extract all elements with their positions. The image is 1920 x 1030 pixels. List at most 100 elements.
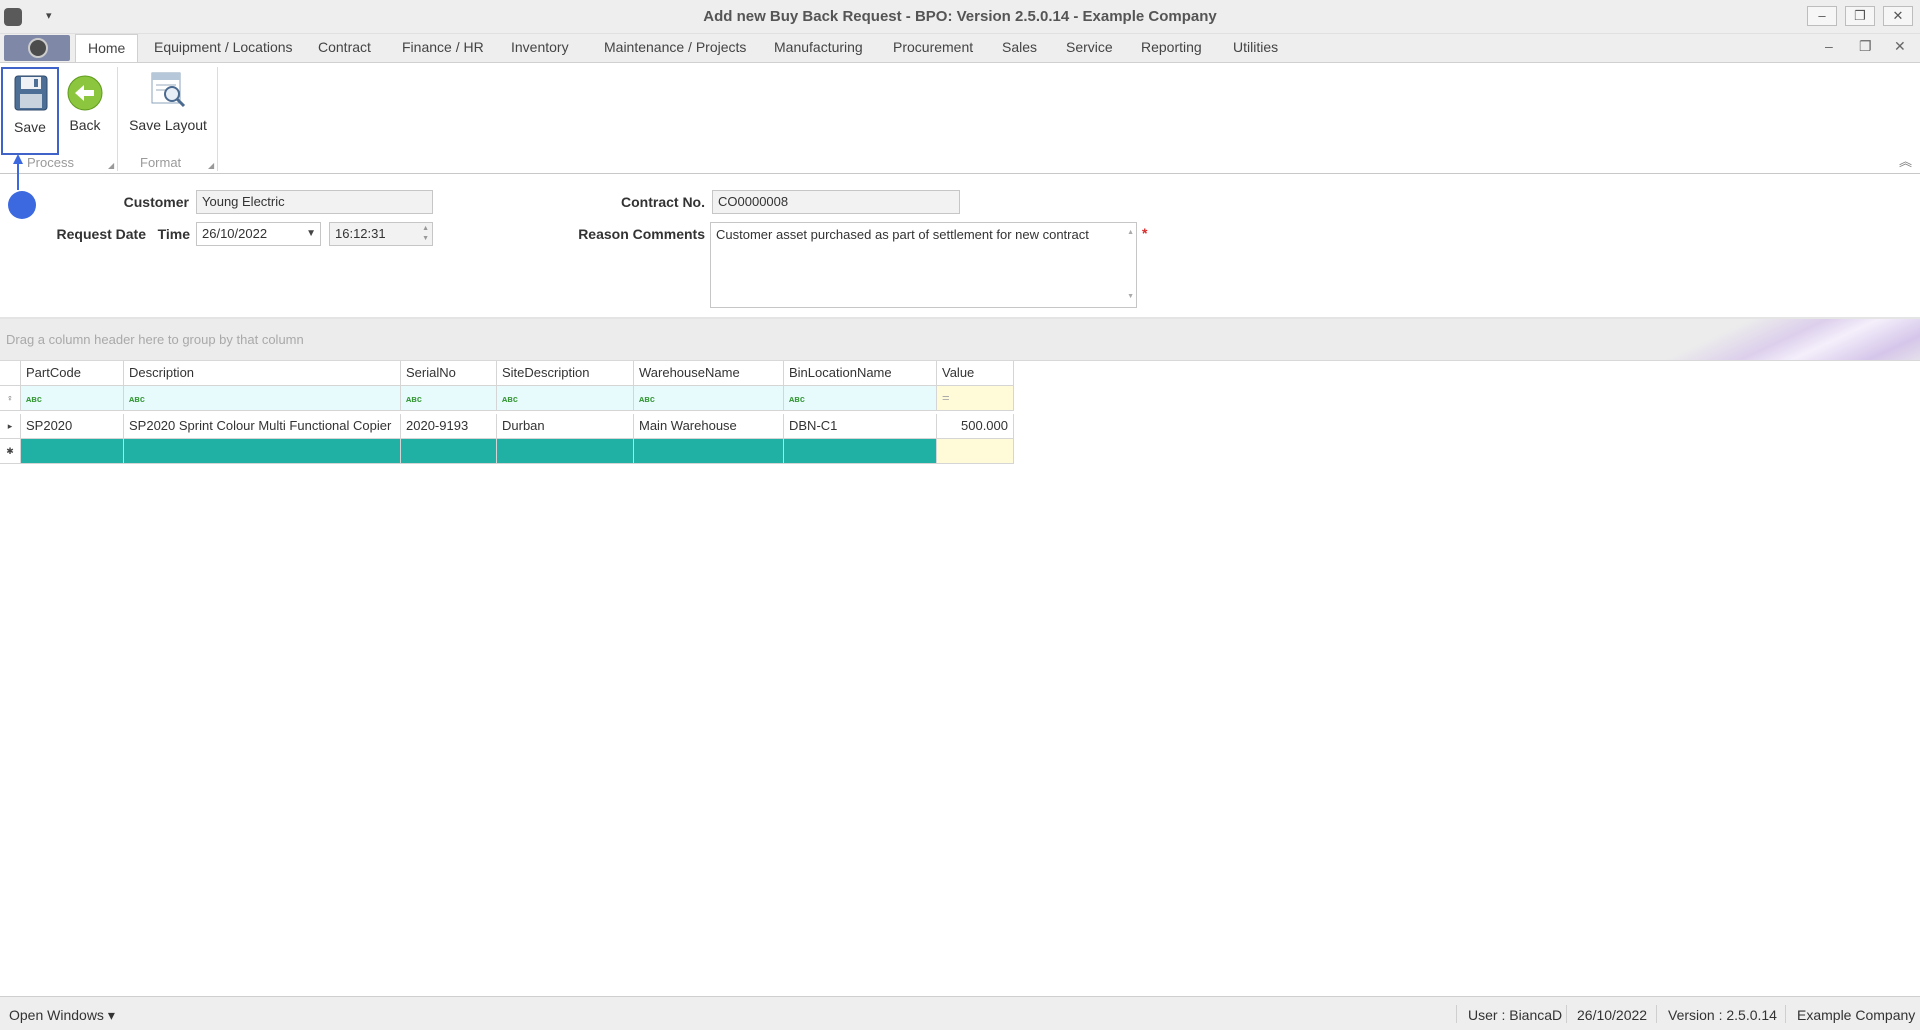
tab-finance-hr[interactable]: Finance / HR [402,39,484,55]
status-separator [1566,1005,1567,1023]
tab-sales[interactable]: Sales [1002,39,1037,55]
new-row-cell[interactable] [784,439,937,464]
column-header-sitedescription[interactable]: SiteDescription [497,361,634,386]
filter-cell-description[interactable]: ᴀʙc [124,386,401,411]
status-user: User : BiancaD [1468,1007,1563,1023]
row-indicator-icon[interactable]: ▸ [0,414,21,439]
grid-corner [0,361,21,386]
new-row-cell[interactable] [937,439,1014,464]
status-bar: Open Windows ▾ User : BiancaD 26/10/2022… [0,996,1920,1030]
process-group-launcher-icon[interactable]: ◢ [108,161,114,170]
status-company: Example Company [1797,1007,1916,1023]
table-cell[interactable]: DBN-C1 [784,414,937,439]
ribbon-group-divider [117,67,118,171]
column-header-partcode[interactable]: PartCode [21,361,124,386]
table-cell[interactable]: Main Warehouse [634,414,784,439]
format-group-launcher-icon[interactable]: ◢ [208,161,214,170]
request-date-picker[interactable]: 26/10/2022 ▼ [196,222,321,246]
back-arrow-icon [67,75,103,111]
panel-decoration [1640,319,1920,360]
tab-inventory[interactable]: Inventory [511,39,569,55]
new-row-cell[interactable] [21,439,124,464]
save-layout-icon [151,72,186,108]
tab-reporting[interactable]: Reporting [1141,39,1202,55]
tab-service[interactable]: Service [1066,39,1113,55]
table-cell[interactable]: SP2020 [21,414,124,439]
save-layout-button[interactable]: Save Layout [124,67,212,155]
column-header-binlocationname[interactable]: BinLocationName [784,361,937,386]
new-row-cell[interactable] [124,439,401,464]
column-header-warehousename[interactable]: WarehouseName [634,361,784,386]
time-value: 16:12:31 [335,226,386,241]
scroll-down-icon[interactable]: ▼ [1127,293,1134,300]
collapse-ribbon-icon[interactable]: ︽ [1899,151,1912,170]
spin-down-icon[interactable]: ▼ [422,235,429,242]
tab-procurement[interactable]: Procurement [893,39,973,55]
required-marker: * [1142,225,1148,241]
filter-cell-partcode[interactable]: ᴀʙc [21,386,124,411]
text-filter-icon: ᴀʙc [406,394,422,404]
tab-equipment-locations[interactable]: Equipment / Locations [154,39,293,55]
restore-button[interactable]: ❐ [1845,6,1875,26]
table-cell[interactable]: Durban [497,414,634,439]
column-header-description[interactable]: Description [124,361,401,386]
group-label-process: Process [27,155,74,170]
filter-row-icon: ♀ [0,386,21,411]
minimize-button[interactable]: – [1807,6,1837,26]
table-cell[interactable]: 2020-9193 [401,414,497,439]
back-button[interactable]: Back [62,67,108,155]
request-date-label: Request Date [56,226,146,242]
spin-up-icon[interactable]: ▲ [422,225,429,232]
new-row-indicator-icon[interactable]: ✱ [0,439,21,464]
status-separator [1656,1005,1657,1023]
step-marker [8,191,36,219]
group-by-panel[interactable]: Drag a column header here to group by th… [0,319,1920,361]
grid: PartCode Description SerialNo SiteDescri… [0,361,1920,996]
new-row-cell[interactable] [497,439,634,464]
close-button[interactable]: ✕ [1883,6,1913,26]
save-layout-button-label: Save Layout [129,117,207,133]
reason-comments-label: Reason Comments [578,226,705,242]
tab-maintenance-projects[interactable]: Maintenance / Projects [604,39,746,55]
column-header-value[interactable]: Value [937,361,1014,386]
app-logo-icon [28,38,48,58]
contract-no-field[interactable]: CO0000008 [712,190,960,214]
column-header-serialno[interactable]: SerialNo [401,361,497,386]
tab-home[interactable]: Home [75,34,139,62]
scroll-up-icon[interactable]: ▲ [1127,229,1134,236]
reason-comments-field[interactable]: Customer asset purchased as part of sett… [710,222,1137,308]
table-cell[interactable]: SP2020 Sprint Colour Multi Functional Co… [124,414,401,439]
application-menu-button[interactable] [4,35,70,61]
step-pointer-arrow-icon [13,154,23,164]
mdi-minimize-icon[interactable]: – [1825,38,1833,54]
equals-filter-icon: = [942,390,950,405]
tab-manufacturing[interactable]: Manufacturing [774,39,863,55]
chevron-down-icon[interactable]: ▼ [306,228,316,239]
group-label-format: Format [140,155,182,170]
customer-field[interactable]: Young Electric [196,190,433,214]
filter-cell-binlocationname[interactable]: ᴀʙc [784,386,937,411]
open-windows-menu[interactable]: Open Windows ▾ [9,1007,115,1024]
ribbon-tab-row: Home Equipment / Locations Contract Fina… [0,34,1920,62]
tab-contract[interactable]: Contract [318,39,371,55]
mdi-restore-icon[interactable]: ❐ [1859,38,1872,55]
filter-cell-sitedescription[interactable]: ᴀʙc [497,386,634,411]
tab-utilities[interactable]: Utilities [1233,39,1278,55]
group-by-hint: Drag a column header here to group by th… [6,332,304,347]
ribbon: Save Back Process ◢ Save Layout Format ◢… [0,62,1920,174]
save-button[interactable]: Save [1,67,59,155]
filter-cell-serialno[interactable]: ᴀʙc [401,386,497,411]
time-label: Time [157,226,190,242]
time-field[interactable]: 16:12:31 ▲ ▼ [329,222,433,246]
reason-comments-value: Customer asset purchased as part of sett… [716,227,1089,242]
new-row-cell[interactable] [401,439,497,464]
filter-cell-value[interactable]: = [937,386,1014,411]
new-row-cell[interactable] [634,439,784,464]
table-cell[interactable]: 500.000 [937,414,1014,439]
save-button-label: Save [14,119,46,135]
status-date: 26/10/2022 [1577,1007,1648,1023]
filter-cell-warehousename[interactable]: ᴀʙc [634,386,784,411]
text-filter-icon: ᴀʙc [639,394,655,404]
back-button-label: Back [69,117,101,133]
mdi-close-icon[interactable]: ✕ [1894,38,1906,55]
